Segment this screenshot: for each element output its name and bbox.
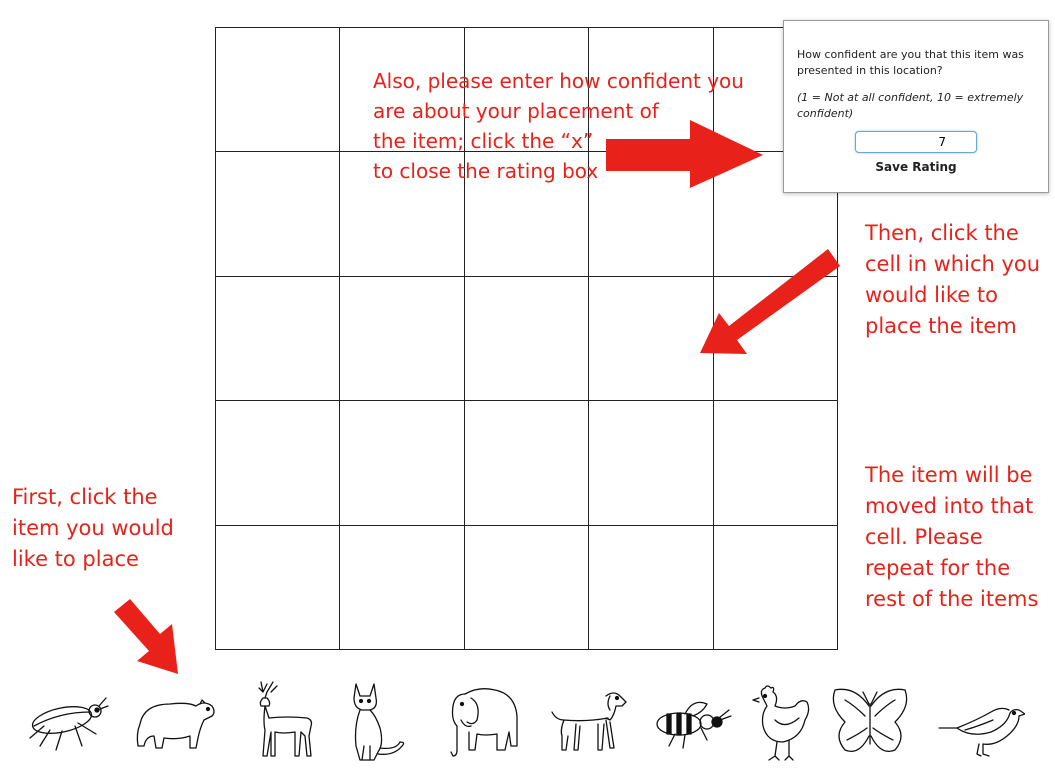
grid-cell[interactable] — [464, 276, 590, 402]
grid-cell[interactable] — [589, 276, 714, 402]
instruction-item-moved: The item will be moved into that cell. P… — [865, 463, 1039, 611]
item-dog[interactable] — [540, 676, 630, 770]
item-beetle[interactable] — [20, 676, 110, 770]
elephant-icon — [450, 688, 518, 757]
confidence-input[interactable] — [855, 131, 977, 153]
dog-icon — [551, 692, 627, 751]
item-bird[interactable] — [935, 676, 1026, 770]
grid-cell[interactable] — [216, 525, 341, 650]
item-chicken[interactable] — [745, 676, 835, 770]
item-bear[interactable] — [130, 676, 220, 770]
item-cat[interactable] — [340, 676, 430, 770]
grid-cell[interactable] — [589, 401, 714, 526]
instruction-click-cell: Then, click the cell in which you would … — [865, 221, 1041, 338]
cat-icon — [353, 683, 405, 761]
item-tray — [20, 676, 1040, 770]
rating-scale-hint: (1 = Not at all confident, 10 = extremel… — [797, 91, 1024, 120]
rating-question: How confident are you that this item was… — [797, 48, 1024, 77]
deer-icon — [258, 681, 313, 757]
grid-cell[interactable] — [464, 525, 590, 650]
grid-cell[interactable] — [713, 401, 838, 526]
instruction-confidence: Also, please enter how confident you are… — [373, 69, 744, 183]
bee-icon — [656, 701, 732, 749]
save-rating-button[interactable]: Save Rating — [784, 160, 1048, 174]
grid-cell[interactable] — [464, 401, 590, 526]
bird-icon — [938, 707, 1026, 757]
grid-cell[interactable] — [340, 525, 465, 650]
bear-icon — [136, 699, 215, 749]
item-elephant[interactable] — [435, 676, 525, 770]
butterfly-icon — [832, 688, 908, 753]
grid-cell[interactable] — [340, 401, 465, 526]
item-deer[interactable] — [235, 676, 325, 770]
chicken-icon — [752, 685, 810, 761]
grid-cell[interactable] — [713, 525, 838, 650]
grid-cell[interactable] — [589, 525, 714, 650]
grid-cell[interactable] — [713, 276, 838, 402]
item-butterfly[interactable] — [825, 676, 915, 770]
grid-cell[interactable] — [216, 401, 341, 526]
grid-cell[interactable] — [216, 28, 341, 153]
grid-cell[interactable] — [340, 276, 465, 402]
instruction-first: First, click the item you would like to … — [12, 485, 174, 571]
rating-dialog: How confident are you that this item was… — [783, 20, 1049, 193]
item-bee[interactable] — [645, 676, 735, 770]
grid-cell[interactable] — [216, 152, 341, 277]
beetle-icon — [29, 697, 109, 751]
grid-cell[interactable] — [216, 276, 341, 402]
arrow-down-right-icon — [114, 599, 178, 674]
